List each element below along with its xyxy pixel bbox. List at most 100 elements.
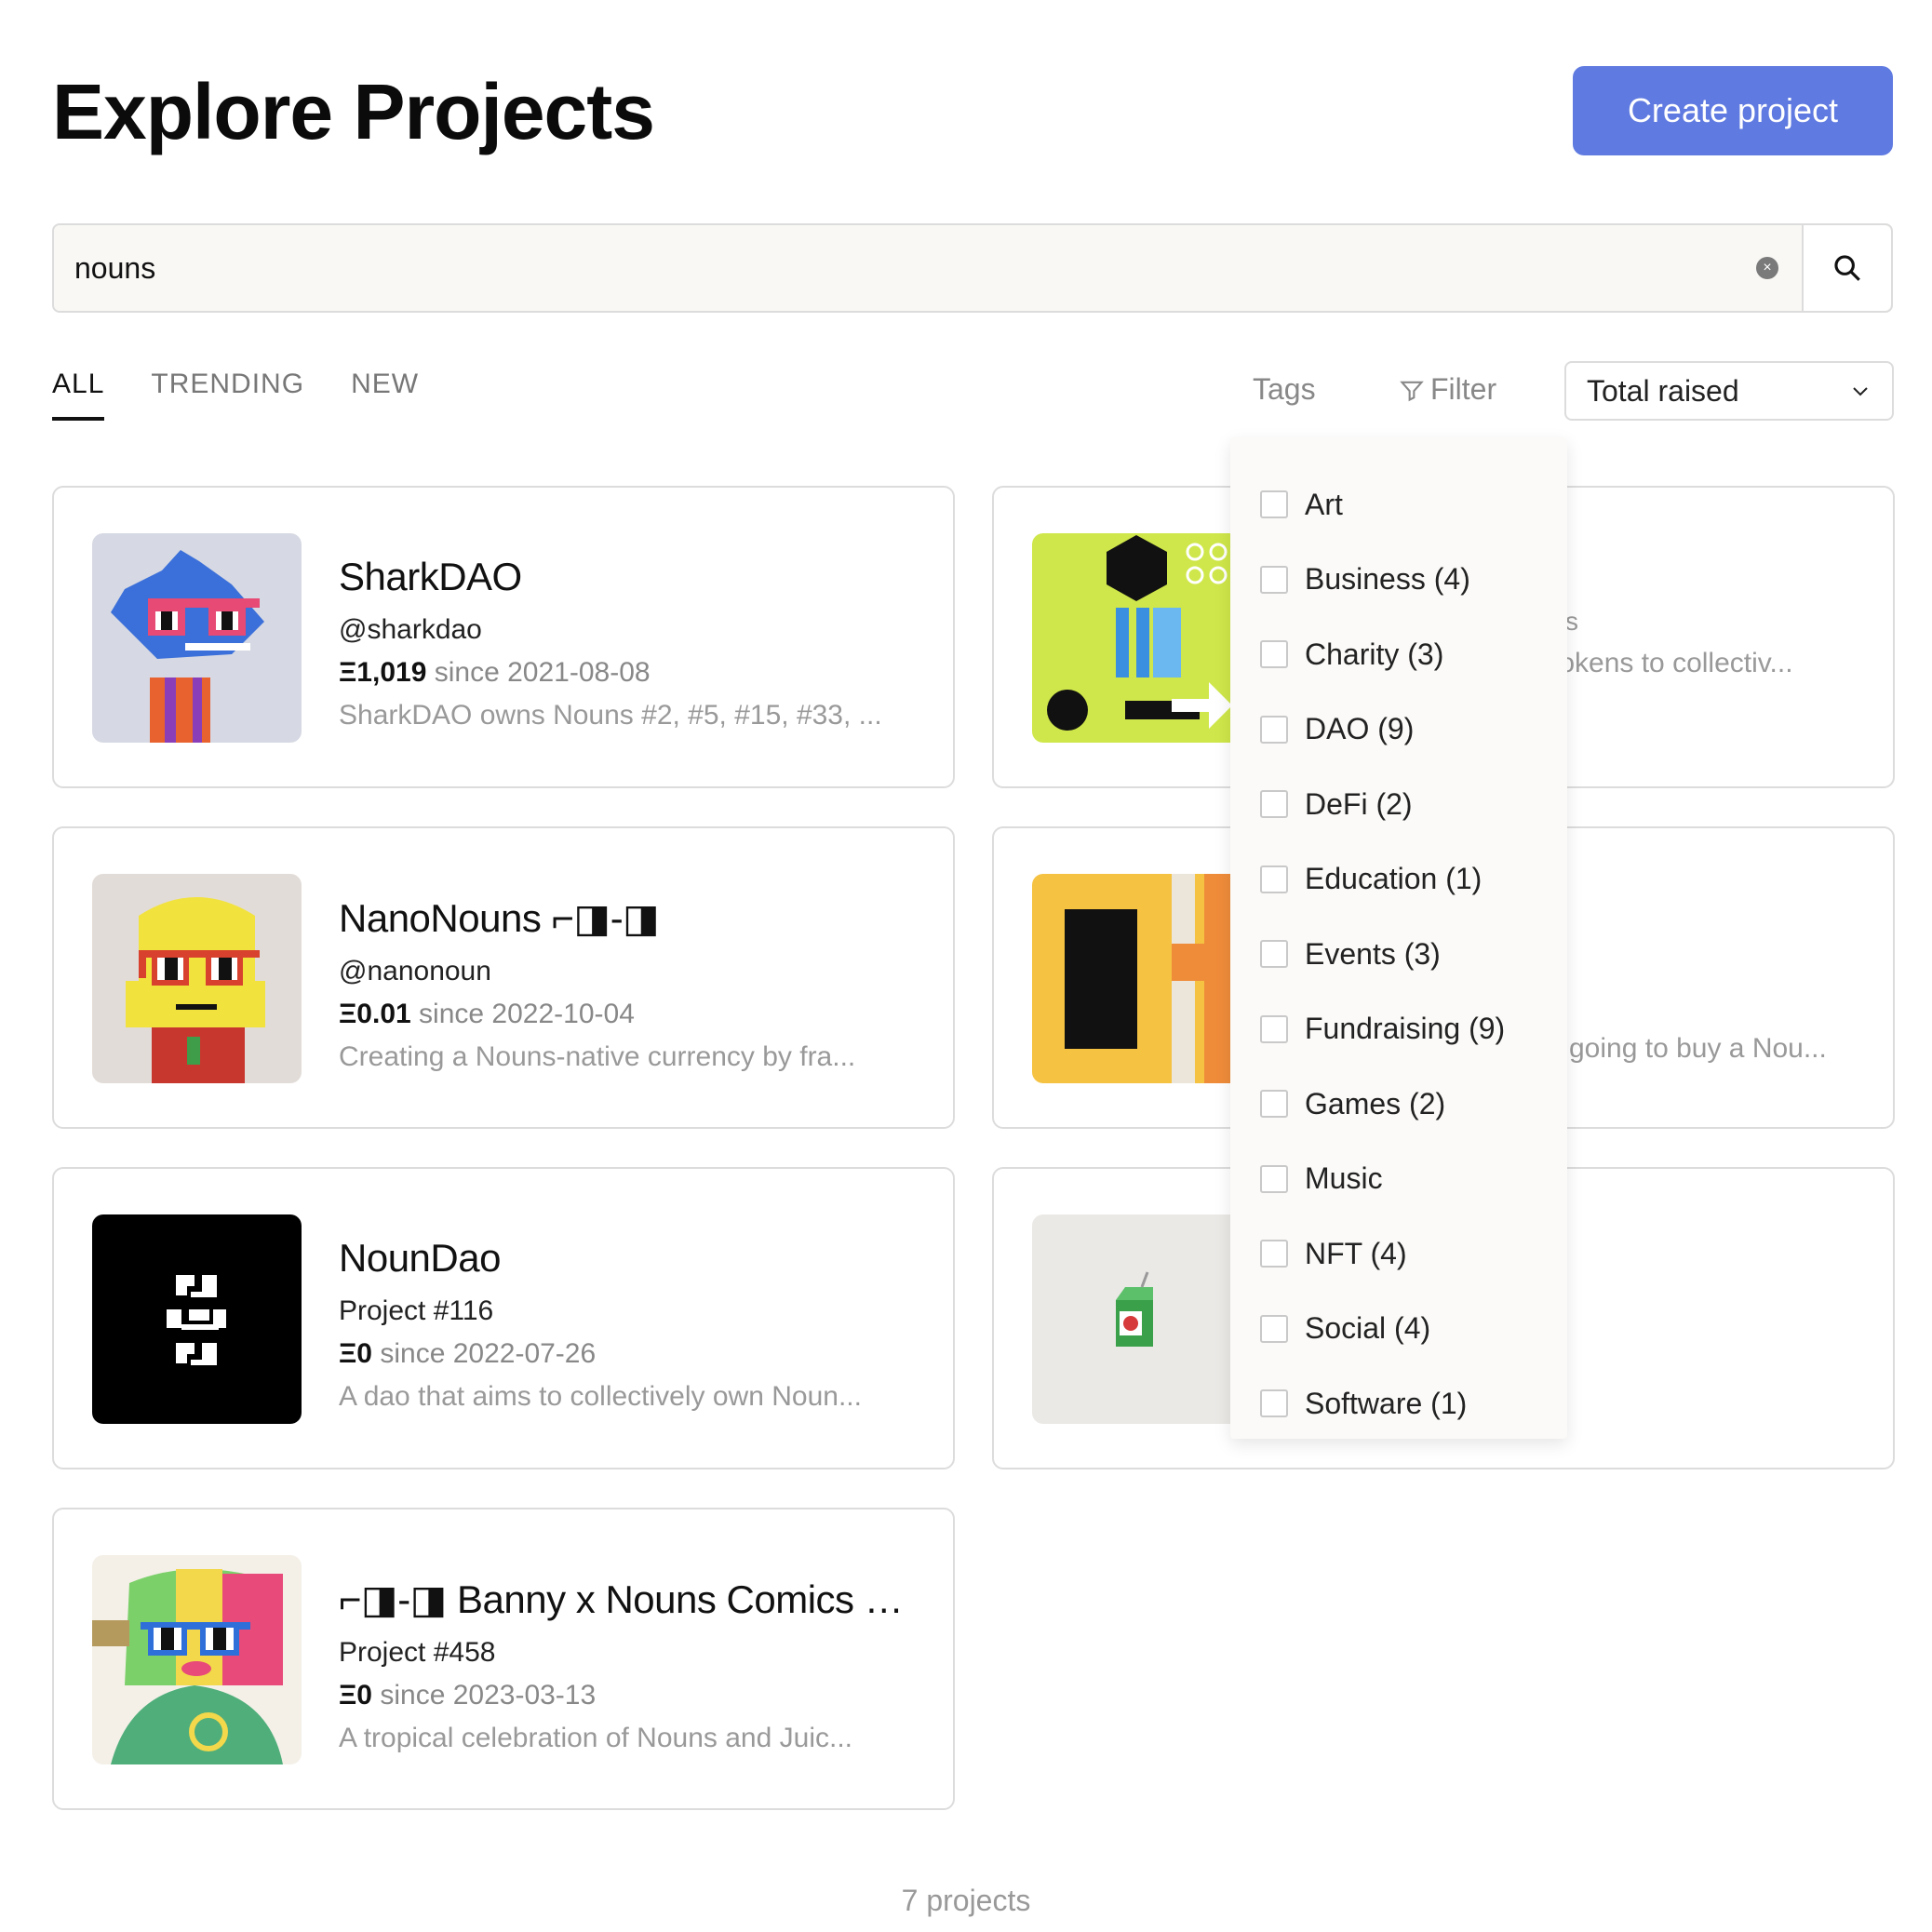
project-card[interactable]: NanoNouns ⌐◨-◨ @nanonoun Ξ0.01 since 202… bbox=[52, 826, 955, 1129]
tag-label: Business (4) bbox=[1305, 562, 1470, 597]
page-title: Explore Projects bbox=[52, 68, 655, 155]
checkbox[interactable] bbox=[1260, 1164, 1288, 1193]
sort-select[interactable]: Total raised bbox=[1564, 361, 1894, 421]
tag-option-social[interactable]: Social (4) bbox=[1230, 1292, 1567, 1367]
project-card[interactable]: NounDao Project #116 Ξ0 since 2022-07-26… bbox=[52, 1167, 955, 1469]
noundao-logo-icon bbox=[92, 1214, 302, 1424]
project-raised: Ξ1,019 since 2021-08-08 bbox=[339, 657, 916, 689]
blocks-logo-icon bbox=[1032, 874, 1241, 1083]
checkbox[interactable] bbox=[1260, 490, 1288, 519]
sort-value: Total raised bbox=[1587, 373, 1739, 408]
project-description: tokens to collectiv... bbox=[1551, 648, 1793, 678]
project-description: Creating a Nouns-native currency by fra.… bbox=[339, 1041, 856, 1072]
raised-amount: Ξ0.01 bbox=[339, 999, 411, 1029]
project-logo bbox=[92, 533, 302, 743]
filter-icon bbox=[1400, 381, 1424, 401]
tag-option-fundraising[interactable]: Fundraising (9) bbox=[1230, 992, 1567, 1067]
shark-logo-icon bbox=[92, 533, 302, 743]
project-description: going to buy a Nou... bbox=[1569, 1033, 1827, 1064]
project-handle: @nanonoun bbox=[339, 956, 491, 986]
project-name[interactable]: SharkDAO bbox=[339, 555, 916, 599]
checkbox[interactable] bbox=[1260, 1240, 1288, 1268]
checkbox[interactable] bbox=[1260, 1090, 1288, 1119]
project-description: A dao that aims to collectively own Noun… bbox=[339, 1381, 862, 1412]
tag-option-events[interactable]: Events (3) bbox=[1230, 917, 1567, 992]
tags-button[interactable]: Tags bbox=[1253, 372, 1316, 407]
project-raised: Ξ0 since 2023-03-13 bbox=[339, 1680, 916, 1711]
tag-label: Events (3) bbox=[1305, 936, 1441, 971]
project-raised: Ξ0.01 since 2022-10-04 bbox=[339, 999, 916, 1030]
clear-icon: × bbox=[1756, 257, 1778, 279]
checkbox[interactable] bbox=[1260, 1014, 1288, 1043]
project-logo bbox=[1032, 874, 1241, 1083]
tag-option-business[interactable]: Business (4) bbox=[1230, 543, 1567, 618]
project-handle: Project #458 bbox=[339, 1637, 496, 1668]
banny-logo-icon bbox=[92, 1555, 302, 1764]
since-date: since 2021-08-08 bbox=[434, 657, 651, 688]
tab-all[interactable]: ALL bbox=[52, 369, 105, 421]
project-description: A tropical celebration of Nouns and Juic… bbox=[339, 1723, 852, 1753]
since-date: since 2022-07-26 bbox=[380, 1338, 597, 1369]
project-count: 7 projects bbox=[901, 1884, 1031, 1917]
checkbox[interactable] bbox=[1260, 715, 1288, 744]
create-project-button[interactable]: Create project bbox=[1573, 66, 1893, 155]
checkbox[interactable] bbox=[1260, 565, 1288, 594]
tag-label: DeFi (2) bbox=[1305, 786, 1413, 821]
project-logo bbox=[1032, 1214, 1241, 1424]
raised-amount: Ξ0 bbox=[339, 1680, 372, 1711]
tag-option-nft[interactable]: NFT (4) bbox=[1230, 1216, 1567, 1292]
checkbox[interactable] bbox=[1260, 1314, 1288, 1343]
tag-label: Music bbox=[1305, 1161, 1383, 1196]
since-date: since 2022-10-04 bbox=[419, 999, 635, 1029]
project-card[interactable]: SharkDAO @sharkdao Ξ1,019 since 2021-08-… bbox=[52, 486, 955, 788]
filter-label: Filter bbox=[1430, 372, 1497, 406]
project-description: SharkDAO owns Nouns #2, #5, #15, #33, ..… bbox=[339, 700, 882, 731]
project-logo bbox=[1032, 533, 1241, 743]
tag-option-games[interactable]: Games (2) bbox=[1230, 1067, 1567, 1142]
juicebox-logo-icon bbox=[1032, 1214, 1241, 1424]
tab-new[interactable]: NEW bbox=[351, 369, 419, 421]
search-button[interactable] bbox=[1802, 225, 1891, 311]
checkbox[interactable] bbox=[1260, 940, 1288, 969]
project-raised: Ξ0 since 2022-07-26 bbox=[339, 1338, 916, 1370]
tag-label: Software (1) bbox=[1305, 1386, 1468, 1420]
tag-label: Fundraising (9) bbox=[1305, 1012, 1506, 1046]
tag-label: Social (4) bbox=[1305, 1311, 1431, 1346]
tab-trending[interactable]: TRENDING bbox=[151, 369, 304, 421]
checkbox[interactable] bbox=[1260, 640, 1288, 669]
checkbox[interactable] bbox=[1260, 1389, 1288, 1418]
project-logo bbox=[92, 1214, 302, 1424]
tag-label: Art bbox=[1305, 487, 1343, 521]
partial-glyph: s bbox=[1565, 607, 1578, 636]
tag-label: DAO (9) bbox=[1305, 712, 1415, 746]
tag-option-charity[interactable]: Charity (3) bbox=[1230, 617, 1567, 692]
raised-amount: Ξ1,019 bbox=[339, 657, 427, 688]
raised-amount: Ξ0 bbox=[339, 1338, 372, 1369]
tab-bar: ALL TRENDING NEW bbox=[52, 369, 419, 421]
since-date: since 2023-03-13 bbox=[380, 1680, 597, 1711]
project-logo bbox=[92, 874, 302, 1083]
tag-option-education[interactable]: Education (1) bbox=[1230, 842, 1567, 918]
tag-label: NFT (4) bbox=[1305, 1236, 1407, 1270]
project-name[interactable]: ⌐◨-◨ Banny x Nouns Comics NF... bbox=[339, 1576, 916, 1622]
project-name[interactable]: NanoNouns ⌐◨-◨ bbox=[339, 895, 916, 941]
tag-label: Games (2) bbox=[1305, 1086, 1446, 1120]
chevron-down-icon bbox=[1853, 387, 1868, 396]
clear-search-button[interactable]: × bbox=[1733, 225, 1802, 311]
project-card[interactable]: ⌐◨-◨ Banny x Nouns Comics NF... Project … bbox=[52, 1508, 955, 1810]
filter-button[interactable]: Filter bbox=[1399, 372, 1496, 407]
tag-option-music[interactable]: Music bbox=[1230, 1142, 1567, 1217]
tag-option-art[interactable]: Art bbox=[1230, 467, 1567, 543]
tag-label: Charity (3) bbox=[1305, 637, 1444, 671]
project-handle: Project #116 bbox=[339, 1295, 494, 1326]
checkbox[interactable] bbox=[1260, 865, 1288, 893]
tag-option-software[interactable]: Software (1) bbox=[1230, 1366, 1567, 1442]
tag-option-defi[interactable]: DeFi (2) bbox=[1230, 767, 1567, 842]
project-name[interactable]: NounDao bbox=[339, 1236, 916, 1281]
search-bar: × bbox=[52, 223, 1893, 313]
tags-dropdown: Art Business (4) Charity (3) DAO (9) DeF… bbox=[1230, 437, 1567, 1439]
checkbox[interactable] bbox=[1260, 790, 1288, 819]
search-icon bbox=[1834, 255, 1860, 281]
search-input[interactable] bbox=[54, 225, 1733, 311]
tag-option-dao[interactable]: DAO (9) bbox=[1230, 692, 1567, 768]
